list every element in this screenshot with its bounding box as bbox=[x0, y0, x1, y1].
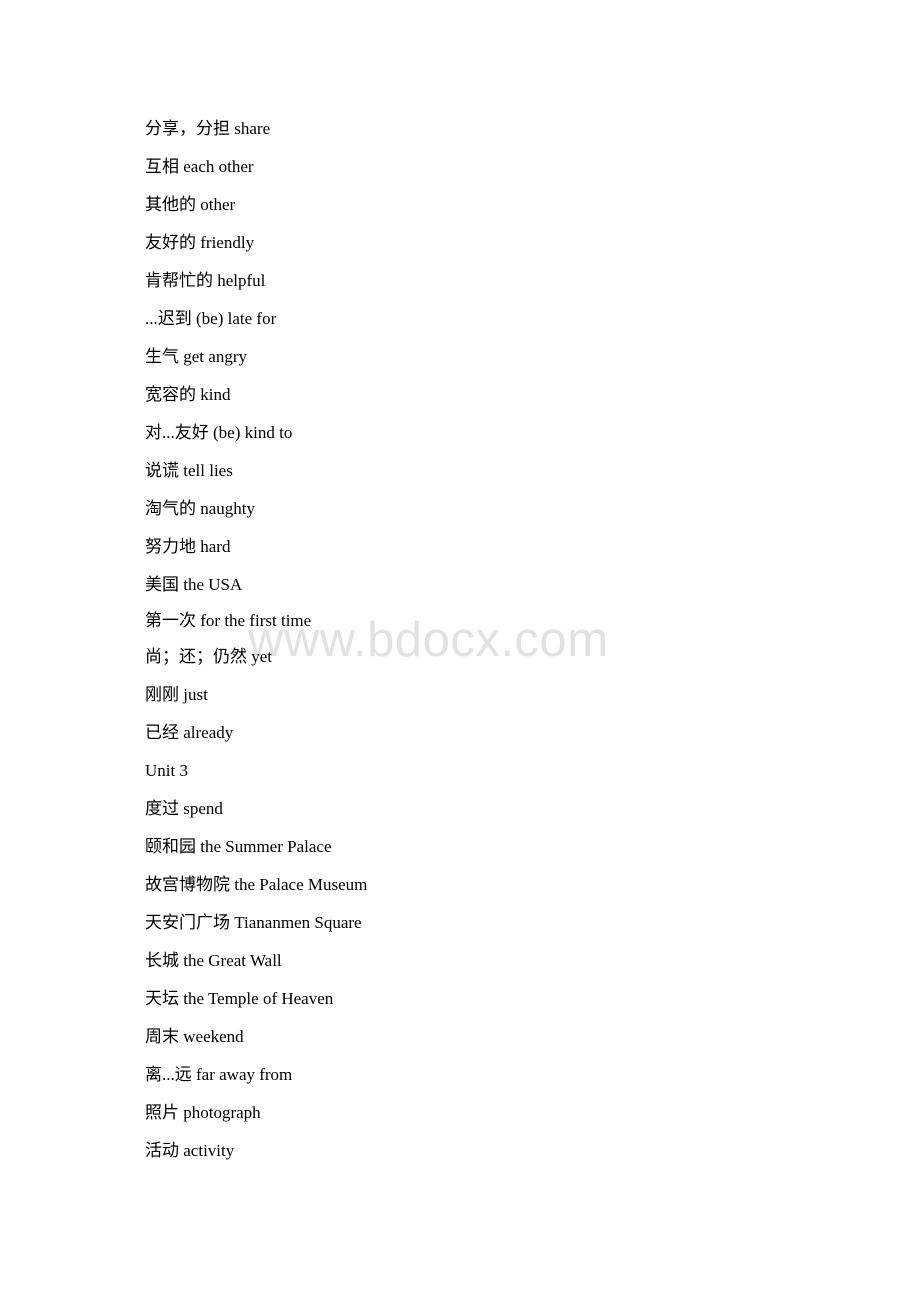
vocabulary-entry: 刚刚 just bbox=[145, 685, 208, 704]
vocabulary-entry: 对...友好 (be) kind to bbox=[145, 423, 293, 442]
vocabulary-entry: ...迟到 (be) late for bbox=[145, 309, 277, 328]
vocabulary-entry: 努力地 hard bbox=[145, 537, 231, 556]
vocabulary-entry: 生气 get angry bbox=[145, 347, 247, 366]
vocabulary-entry: 度过 spend bbox=[145, 799, 223, 818]
vocabulary-entry: 淘气的 naughty bbox=[145, 499, 256, 518]
vocabulary-list: 分享，分担 share 互相 each other 其他的 other 友好的 fri… bbox=[0, 0, 920, 1170]
vocabulary-entry: 其他的 other bbox=[145, 195, 236, 214]
section-heading: Unit 3 bbox=[145, 761, 188, 780]
vocabulary-entry: 分享，分担 share bbox=[145, 119, 271, 138]
vocabulary-entry: 周末 weekend bbox=[145, 1027, 244, 1046]
vocabulary-entry: 活动 activity bbox=[145, 1141, 235, 1160]
vocabulary-entry: 故宫博物院 the Palace Museum bbox=[145, 875, 368, 894]
vocabulary-entry: 颐和园 the Summer Palace bbox=[145, 837, 332, 856]
document-page: www.bdocx.com 分享，分担 share 互相 each other 其他… bbox=[0, 0, 920, 1302]
vocabulary-entry: 第一次 for the first time bbox=[145, 611, 312, 630]
vocabulary-entry: 尚；还；仍然 yet bbox=[145, 647, 273, 666]
vocabulary-entry: 照片 photograph bbox=[145, 1103, 261, 1122]
vocabulary-entry: 天坛 the Temple of Heaven bbox=[145, 989, 334, 1008]
vocabulary-entry: 美国 the USA bbox=[145, 575, 243, 594]
vocabulary-entry: 长城 the Great Wall bbox=[145, 951, 282, 970]
vocabulary-entry: 肯帮忙的 helpful bbox=[145, 271, 266, 290]
vocabulary-entry: 离...远 far away from bbox=[145, 1065, 293, 1084]
vocabulary-entry: 互相 each other bbox=[145, 157, 254, 176]
vocabulary-entry: 天安门广场 Tiananmen Square bbox=[145, 913, 362, 932]
vocabulary-entry: 说谎 tell lies bbox=[145, 461, 233, 480]
vocabulary-entry: 已经 already bbox=[145, 723, 234, 742]
vocabulary-entry: 友好的 friendly bbox=[145, 233, 255, 252]
vocabulary-entry: 宽容的 kind bbox=[145, 385, 231, 404]
